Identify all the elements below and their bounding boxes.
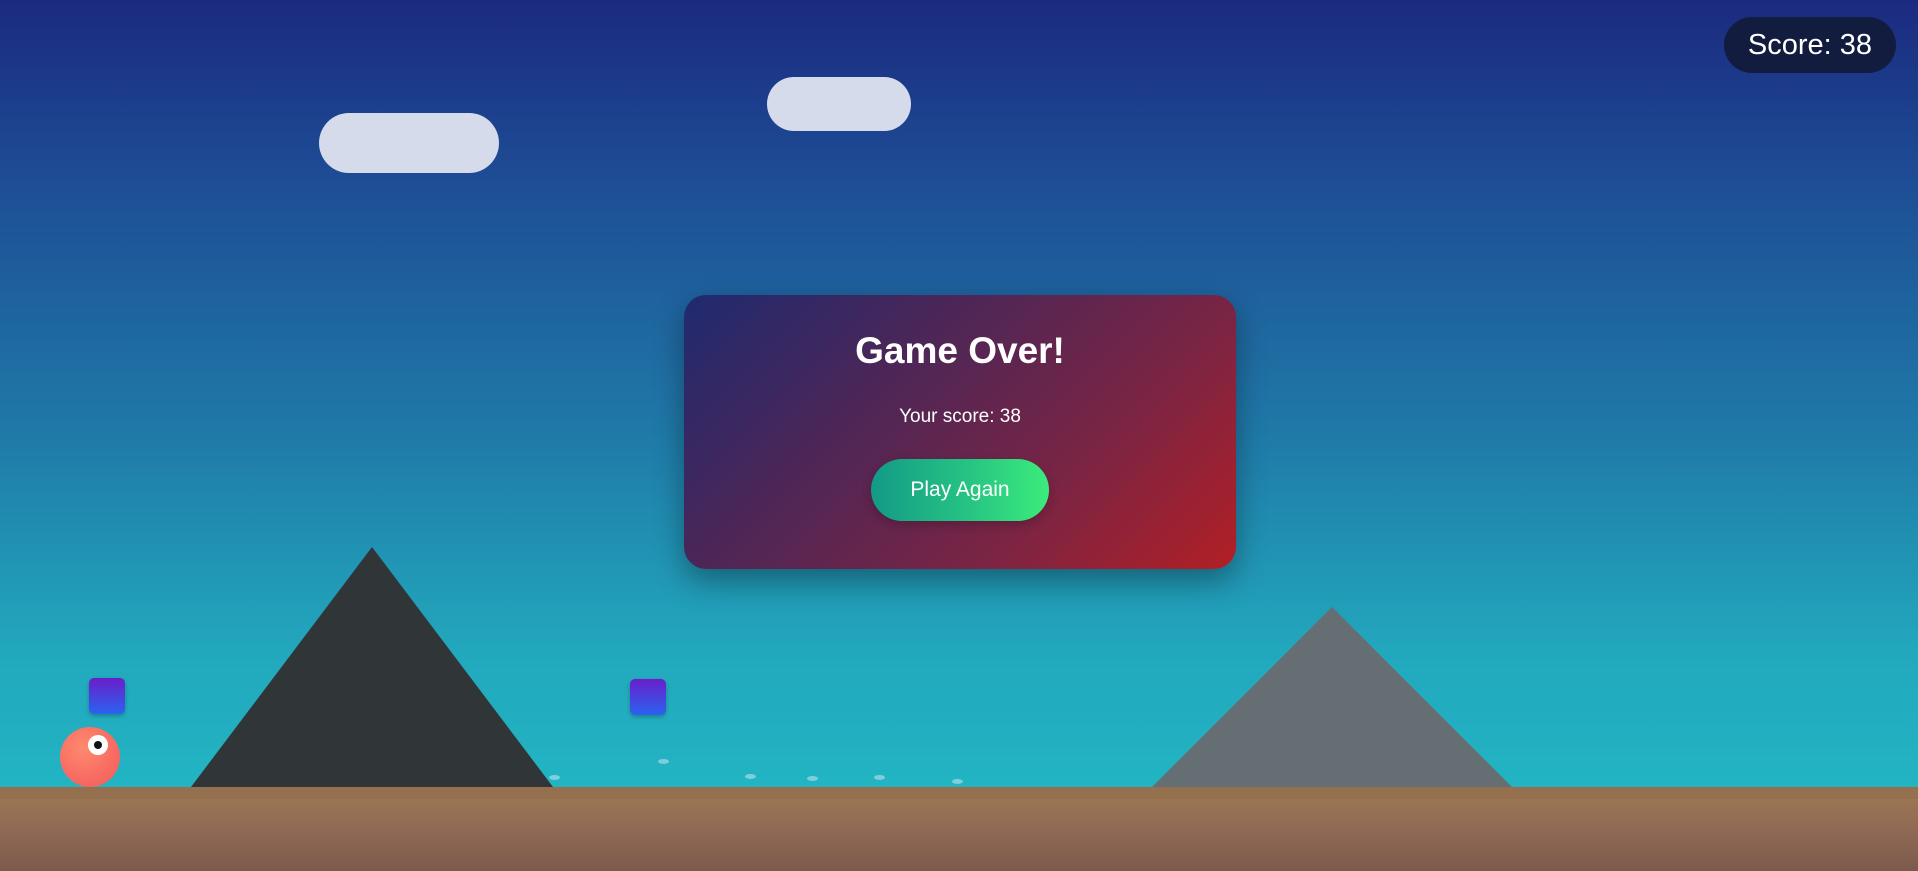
- play-again-button[interactable]: Play Again: [871, 459, 1049, 521]
- player-ball: [60, 727, 120, 787]
- score-display: Score: 38: [1723, 17, 1896, 73]
- dust-particle: [658, 759, 669, 764]
- obstacle-block: [89, 678, 125, 714]
- cloud: [319, 113, 499, 173]
- mountain-dark: [191, 547, 553, 787]
- dust-particle: [549, 775, 560, 780]
- ground: [0, 787, 1918, 871]
- game-over-title: Game Over!: [855, 330, 1065, 371]
- final-score-text: Your score: 38: [899, 406, 1021, 427]
- ground-edge: [0, 787, 1918, 799]
- dust-particle: [952, 779, 963, 784]
- obstacle-block: [630, 679, 666, 715]
- dust-particle: [807, 776, 818, 781]
- dust-particle: [745, 774, 756, 779]
- mountain-grey: [1152, 607, 1512, 787]
- player-eye: [88, 735, 108, 755]
- game-over-dialog: Game Over! Your score: 38 Play Again: [684, 295, 1236, 569]
- cloud: [767, 77, 911, 131]
- player-pupil: [94, 741, 102, 749]
- dust-particle: [874, 775, 885, 780]
- game-canvas[interactable]: Score: 38 Game Over! Your score: 38 Play…: [0, 0, 1918, 871]
